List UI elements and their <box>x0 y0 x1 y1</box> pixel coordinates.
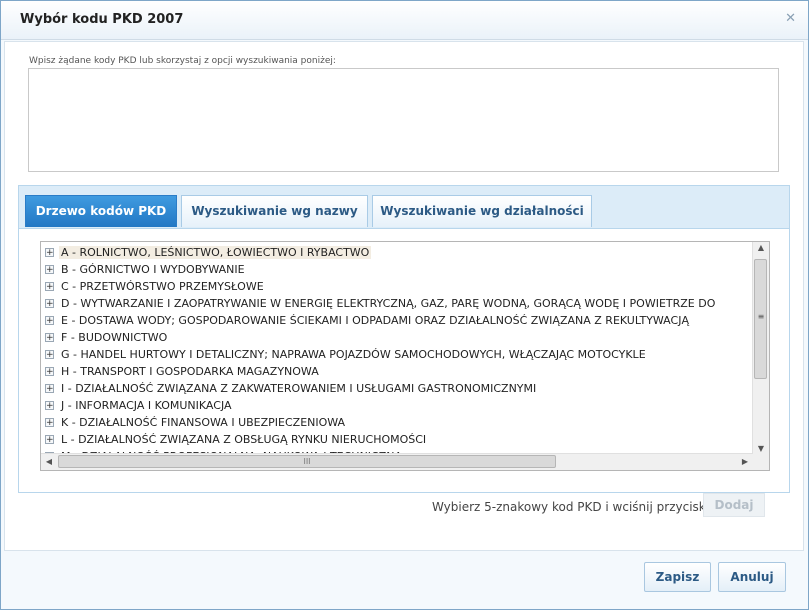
pkd-tree[interactable]: + A - ROLNICTWO, LEŚNICTWO, ŁOWIECTWO I R… <box>40 241 770 471</box>
tree-item-label: J - INFORMACJA I KOMUNIKACJA <box>61 399 232 412</box>
expand-icon[interactable]: + <box>45 264 54 274</box>
tree-item[interactable]: + A - ROLNICTWO, LEŚNICTWO, ŁOWIECTWO I R… <box>45 244 372 261</box>
tree-item[interactable]: + G - HANDEL HURTOWY I DETALICZNY; NAPRAW… <box>45 346 648 363</box>
expand-icon[interactable]: + <box>45 366 54 376</box>
expand-icon[interactable]: + <box>45 332 54 342</box>
tree-item[interactable]: + B - GÓRNICTWO I WYDOBYWANIE <box>45 261 247 278</box>
expand-icon[interactable]: + <box>45 383 54 393</box>
horizontal-scroll-thumb[interactable]: III <box>58 455 556 468</box>
tree-item[interactable]: + D - WYTWARZANIE I ZAOPATRYWANIE W ENERG… <box>45 295 717 312</box>
add-instruction: Wybierz 5-znakowy kod PKD i wciśnij przy… <box>432 500 710 514</box>
tree-item-label: E - DOSTAWA WODY; GOSPODAROWANIE ŚCIEKAM… <box>61 314 689 327</box>
scroll-right-icon[interactable]: ▶ <box>737 457 753 466</box>
input-hint: Wpisz żądane kody PKD lub skorzystaj z o… <box>29 56 336 66</box>
scroll-corner <box>753 454 769 470</box>
save-button[interactable]: Zapisz <box>644 562 711 592</box>
tree-item[interactable]: + E - DOSTAWA WODY; GOSPODAROWANIE ŚCIEKA… <box>45 312 691 329</box>
add-button[interactable]: Dodaj <box>703 493 765 517</box>
scroll-grip-icon: ≡ <box>757 312 765 321</box>
tab-search-by-activity[interactable]: Wyszukiwanie wg działalności <box>372 195 592 227</box>
expand-icon[interactable]: + <box>45 298 54 308</box>
tree-item[interactable]: + L - DZIAŁALNOŚĆ ZWIĄZANA Z OBSŁUGĄ RYNK… <box>45 431 428 448</box>
dialog-title: Wybór kodu PKD 2007 <box>20 12 184 27</box>
close-icon[interactable]: ✕ <box>785 11 796 26</box>
scroll-down-icon[interactable]: ▼ <box>753 444 769 453</box>
tree-item[interactable]: + K - DZIAŁALNOŚĆ FINANSOWA I UBEZPIECZEN… <box>45 414 347 431</box>
tree-item-label: C - PRZETWÓRSTWO PRZEMYSŁOWE <box>61 280 264 293</box>
footer-divider <box>4 550 802 551</box>
expand-icon[interactable]: + <box>45 247 54 257</box>
tree-item-label: D - WYTWARZANIE I ZAOPATRYWANIE W ENERGI… <box>61 297 716 310</box>
tree-item[interactable]: + H - TRANSPORT I GOSPODARKA MAGAZYNOWA <box>45 363 321 380</box>
tree-item-label: B - GÓRNICTWO I WYDOBYWANIE <box>61 263 245 276</box>
cancel-button[interactable]: Anuluj <box>718 562 786 592</box>
title-bar: Wybór kodu PKD 2007 ✕ <box>1 1 808 40</box>
scroll-up-icon[interactable]: ▲ <box>753 243 769 252</box>
expand-icon[interactable]: + <box>45 400 54 410</box>
tab-pkd-tree[interactable]: Drzewo kodów PKD <box>25 195 177 227</box>
expand-icon[interactable]: + <box>45 281 54 291</box>
tree-item-label: F - BUDOWNICTWO <box>61 331 168 344</box>
expand-icon[interactable]: + <box>45 434 54 444</box>
vertical-scrollbar[interactable]: ▲ ≡ ▼ <box>752 242 769 454</box>
expand-icon[interactable]: + <box>45 417 54 427</box>
tab-panel: Drzewo kodów PKD Wyszukiwanie wg nazwy W… <box>18 185 790 493</box>
tree-item-label: K - DZIAŁALNOŚĆ FINANSOWA I UBEZPIECZENI… <box>61 416 346 429</box>
scroll-left-icon[interactable]: ◀ <box>41 457 57 466</box>
tree-item-label: H - TRANSPORT I GOSPODARKA MAGAZYNOWA <box>61 365 319 378</box>
tree-item[interactable]: + F - BUDOWNICTWO <box>45 329 169 346</box>
horizontal-scrollbar[interactable]: ◀ III ▶ <box>41 453 753 470</box>
tab-search-by-name[interactable]: Wyszukiwanie wg nazwy <box>181 195 368 227</box>
expand-icon[interactable]: + <box>45 315 54 325</box>
expand-icon[interactable]: + <box>45 349 54 359</box>
pkd-codes-input[interactable] <box>28 68 779 172</box>
tree-item-label: I - DZIAŁALNOŚĆ ZWIĄZANA Z ZAKWATEROWANI… <box>61 382 537 395</box>
tab-bar: Drzewo kodów PKD Wyszukiwanie wg nazwy W… <box>19 186 789 229</box>
tree-item-label: A - ROLNICTWO, LEŚNICTWO, ŁOWIECTWO I RY… <box>59 246 372 259</box>
tree-item-label: G - HANDEL HURTOWY I DETALICZNY; NAPRAWA… <box>61 348 646 361</box>
tree-item[interactable]: + I - DZIAŁALNOŚĆ ZWIĄZANA Z ZAKWATEROWAN… <box>45 380 538 397</box>
tree-item[interactable]: + J - INFORMACJA I KOMUNIKACJA <box>45 397 234 414</box>
tree-item-label: L - DZIAŁALNOŚĆ ZWIĄZANA Z OBSŁUGĄ RYNKU… <box>61 433 427 446</box>
tree-item[interactable]: + C - PRZETWÓRSTWO PRZEMYSŁOWE <box>45 278 266 295</box>
